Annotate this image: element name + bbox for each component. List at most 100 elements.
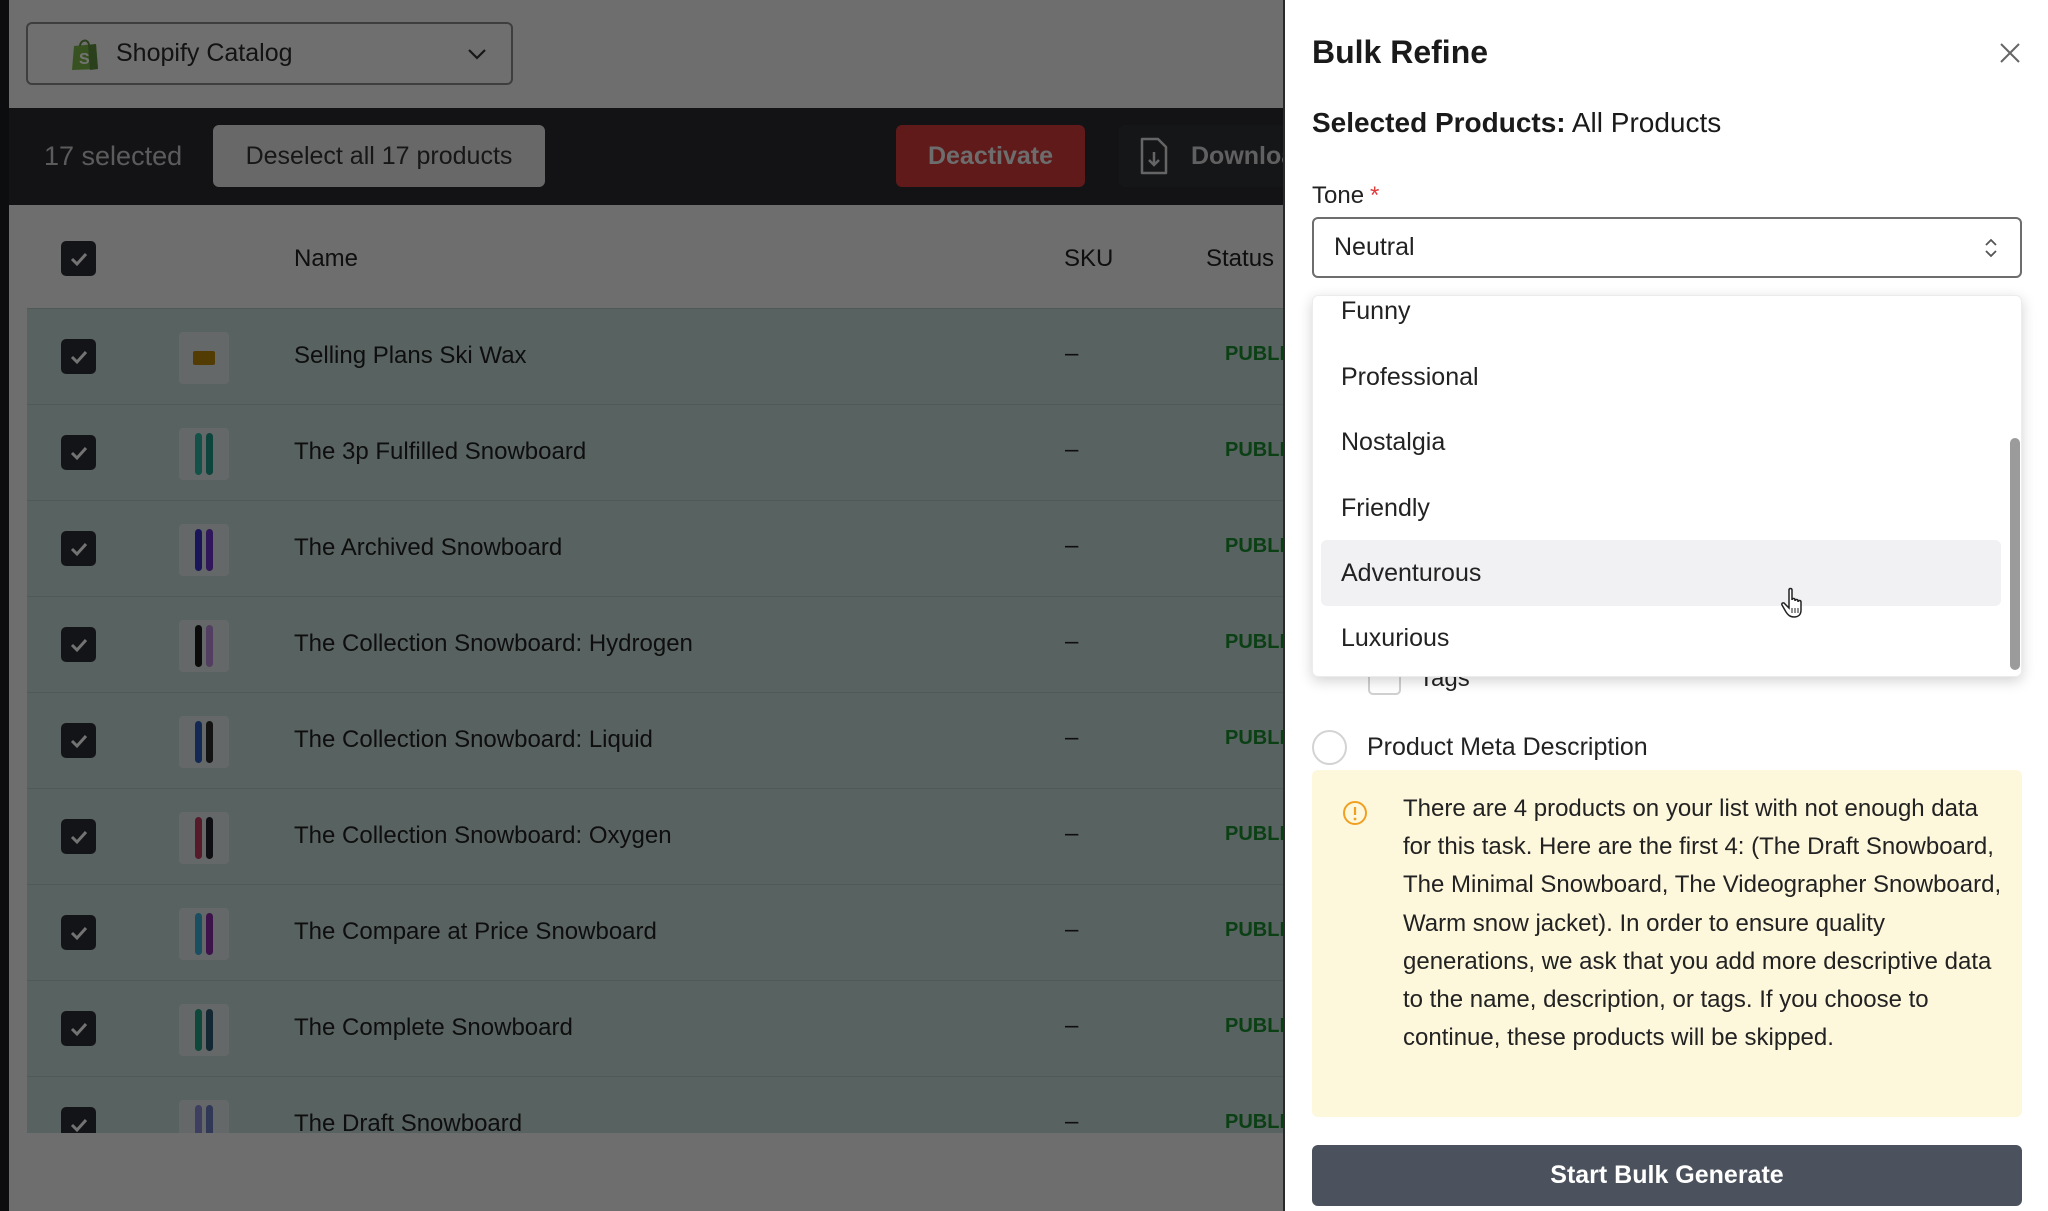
file-download-icon <box>1139 136 1169 176</box>
product-name[interactable]: The 3p Fulfilled Snowboard <box>294 438 586 466</box>
product-sku: – <box>1065 1012 1079 1039</box>
meta-description-radio[interactable] <box>1312 730 1347 765</box>
tone-option[interactable]: Professional <box>1321 344 2001 410</box>
start-bulk-generate-button[interactable]: Start Bulk Generate <box>1312 1145 2022 1206</box>
product-sku: – <box>1065 628 1079 655</box>
snowboard-image-icon <box>193 351 215 365</box>
snowboard-image-icon <box>195 529 202 571</box>
status-badge: PUBLISHED <box>1225 823 1283 845</box>
table-row[interactable]: The Collection Snowboard: Hydrogen – PUBLI… <box>27 596 1283 692</box>
snowboard-image-icon <box>195 913 202 955</box>
selected-products-value: All Products <box>1571 107 1722 138</box>
checkmark-icon <box>70 1022 87 1036</box>
row-checkbox[interactable] <box>61 339 96 374</box>
bulk-action-bar: 17 selected Deselect all 17 products Dea… <box>9 108 1283 205</box>
selected-products-label: Selected Products: <box>1312 107 1566 138</box>
table-row[interactable]: The Compare at Price Snowboard – PUBLISHED <box>27 884 1283 980</box>
checkmark-icon <box>70 926 87 940</box>
product-sku: – <box>1065 724 1079 751</box>
tone-dropdown-menu: Funny Professional Nostalgia Friendly Ad… <box>1312 295 2022 677</box>
product-sku: – <box>1065 916 1079 943</box>
dropdown-scrollbar[interactable] <box>2010 438 2020 670</box>
snowboard-image-icon <box>206 817 213 859</box>
snowboard-image-icon <box>195 433 202 475</box>
row-checkbox[interactable] <box>61 531 96 566</box>
snowboard-image-icon <box>206 1009 213 1051</box>
hand-pointer-cursor-icon <box>1779 586 1809 620</box>
column-header-name[interactable]: Name <box>294 245 358 273</box>
product-sku: – <box>1065 820 1079 847</box>
row-checkbox[interactable] <box>61 1011 96 1046</box>
row-checkbox[interactable] <box>61 723 96 758</box>
table-row[interactable]: Selling Plans Ski Wax – PUBLISHED <box>27 308 1283 404</box>
snowboard-image-icon <box>206 721 213 763</box>
product-name[interactable]: The Complete Snowboard <box>294 1014 573 1042</box>
selected-products: Selected Products: All Products <box>1312 107 1721 139</box>
checkmark-icon <box>70 638 87 652</box>
snowboard-image-icon <box>195 1009 202 1051</box>
snowboard-image-icon <box>195 721 202 763</box>
left-rail <box>0 0 9 1211</box>
catalog-select-label: Shopify Catalog <box>116 39 293 67</box>
status-badge: PUBLISHED <box>1225 919 1283 941</box>
tone-option[interactable]: Friendly <box>1321 475 2001 541</box>
warning-circle-icon <box>1342 800 1368 826</box>
product-name[interactable]: The Archived Snowboard <box>294 534 562 562</box>
row-checkbox[interactable] <box>61 435 96 470</box>
status-badge: PUBLISHED <box>1225 727 1283 749</box>
tone-option-hovered[interactable]: Adventurous <box>1321 540 2001 606</box>
column-header-status[interactable]: Status <box>1206 245 1274 273</box>
deactivate-button[interactable]: Deactivate <box>896 125 1085 187</box>
selected-count: 17 selected <box>44 141 183 171</box>
product-name[interactable]: The Collection Snowboard: Liquid <box>294 726 653 754</box>
meta-description-label: Product Meta Description <box>1367 733 1648 761</box>
row-checkbox[interactable] <box>61 627 96 662</box>
download-button[interactable]: Download <box>1119 125 1283 187</box>
tone-option[interactable]: Nostalgia <box>1321 409 2001 475</box>
tone-label: Tone * <box>1312 182 1379 210</box>
tone-select[interactable]: Neutral <box>1312 217 2022 278</box>
product-name[interactable]: The Collection Snowboard: Hydrogen <box>294 630 693 658</box>
meta-description-option[interactable]: Product Meta Description <box>1312 730 1648 765</box>
product-name[interactable]: The Collection Snowboard: Oxygen <box>294 822 672 850</box>
close-icon[interactable] <box>1997 40 2023 66</box>
product-thumbnail <box>179 1004 229 1056</box>
row-checkbox[interactable] <box>61 915 96 950</box>
status-badge: PUBLISHED <box>1225 1111 1283 1133</box>
shopify-bag-icon: S <box>70 37 100 71</box>
product-thumbnail <box>179 812 229 864</box>
warning-text: There are 4 products on your list with n… <box>1403 795 2002 1052</box>
chevron-up-down-icon <box>1982 235 2000 261</box>
table-row[interactable]: The Collection Snowboard: Liquid – PUBLISH… <box>27 692 1283 788</box>
select-all-checkbox[interactable] <box>61 241 96 276</box>
product-thumbnail <box>179 620 229 672</box>
status-badge: PUBLISHED <box>1225 535 1283 557</box>
download-label: Download <box>1191 141 1283 170</box>
product-thumbnail <box>179 524 229 576</box>
tone-option[interactable]: Funny <box>1321 296 2001 344</box>
status-badge: PUBLISHED <box>1225 1015 1283 1037</box>
product-sku: – <box>1065 532 1079 559</box>
products-table: Name SKU Status Selling Plans Ski Wax – PU… <box>27 209 1283 1172</box>
snowboard-image-icon <box>206 625 213 667</box>
status-badge: PUBLISHED <box>1225 631 1283 653</box>
table-row[interactable]: The Collection Snowboard: Oxygen – PUBLISH… <box>27 788 1283 884</box>
table-row[interactable]: The Complete Snowboard – PUBLISHED <box>27 980 1283 1076</box>
status-badge: PUBLISHED <box>1225 439 1283 461</box>
snowboard-image-icon <box>195 625 202 667</box>
column-header-sku[interactable]: SKU <box>1064 245 1113 273</box>
tone-select-value: Neutral <box>1334 233 1415 261</box>
table-header: Name SKU Status <box>27 209 1283 308</box>
table-row[interactable]: The Archived Snowboard – PUBLISHED <box>27 500 1283 596</box>
row-checkbox[interactable] <box>61 819 96 854</box>
checkmark-icon <box>70 446 87 460</box>
svg-text:S: S <box>79 51 90 68</box>
deselect-all-button[interactable]: Deselect all 17 products <box>213 125 545 187</box>
product-name[interactable]: The Compare at Price Snowboard <box>294 918 657 946</box>
catalog-select[interactable]: S Shopify Catalog <box>26 22 513 85</box>
tone-option[interactable]: Luxurious <box>1321 605 2001 671</box>
checkmark-icon <box>70 542 87 556</box>
table-row[interactable]: The 3p Fulfilled Snowboard – PUBLISHED <box>27 404 1283 500</box>
product-sku: – <box>1065 436 1079 463</box>
product-name[interactable]: Selling Plans Ski Wax <box>294 342 527 370</box>
